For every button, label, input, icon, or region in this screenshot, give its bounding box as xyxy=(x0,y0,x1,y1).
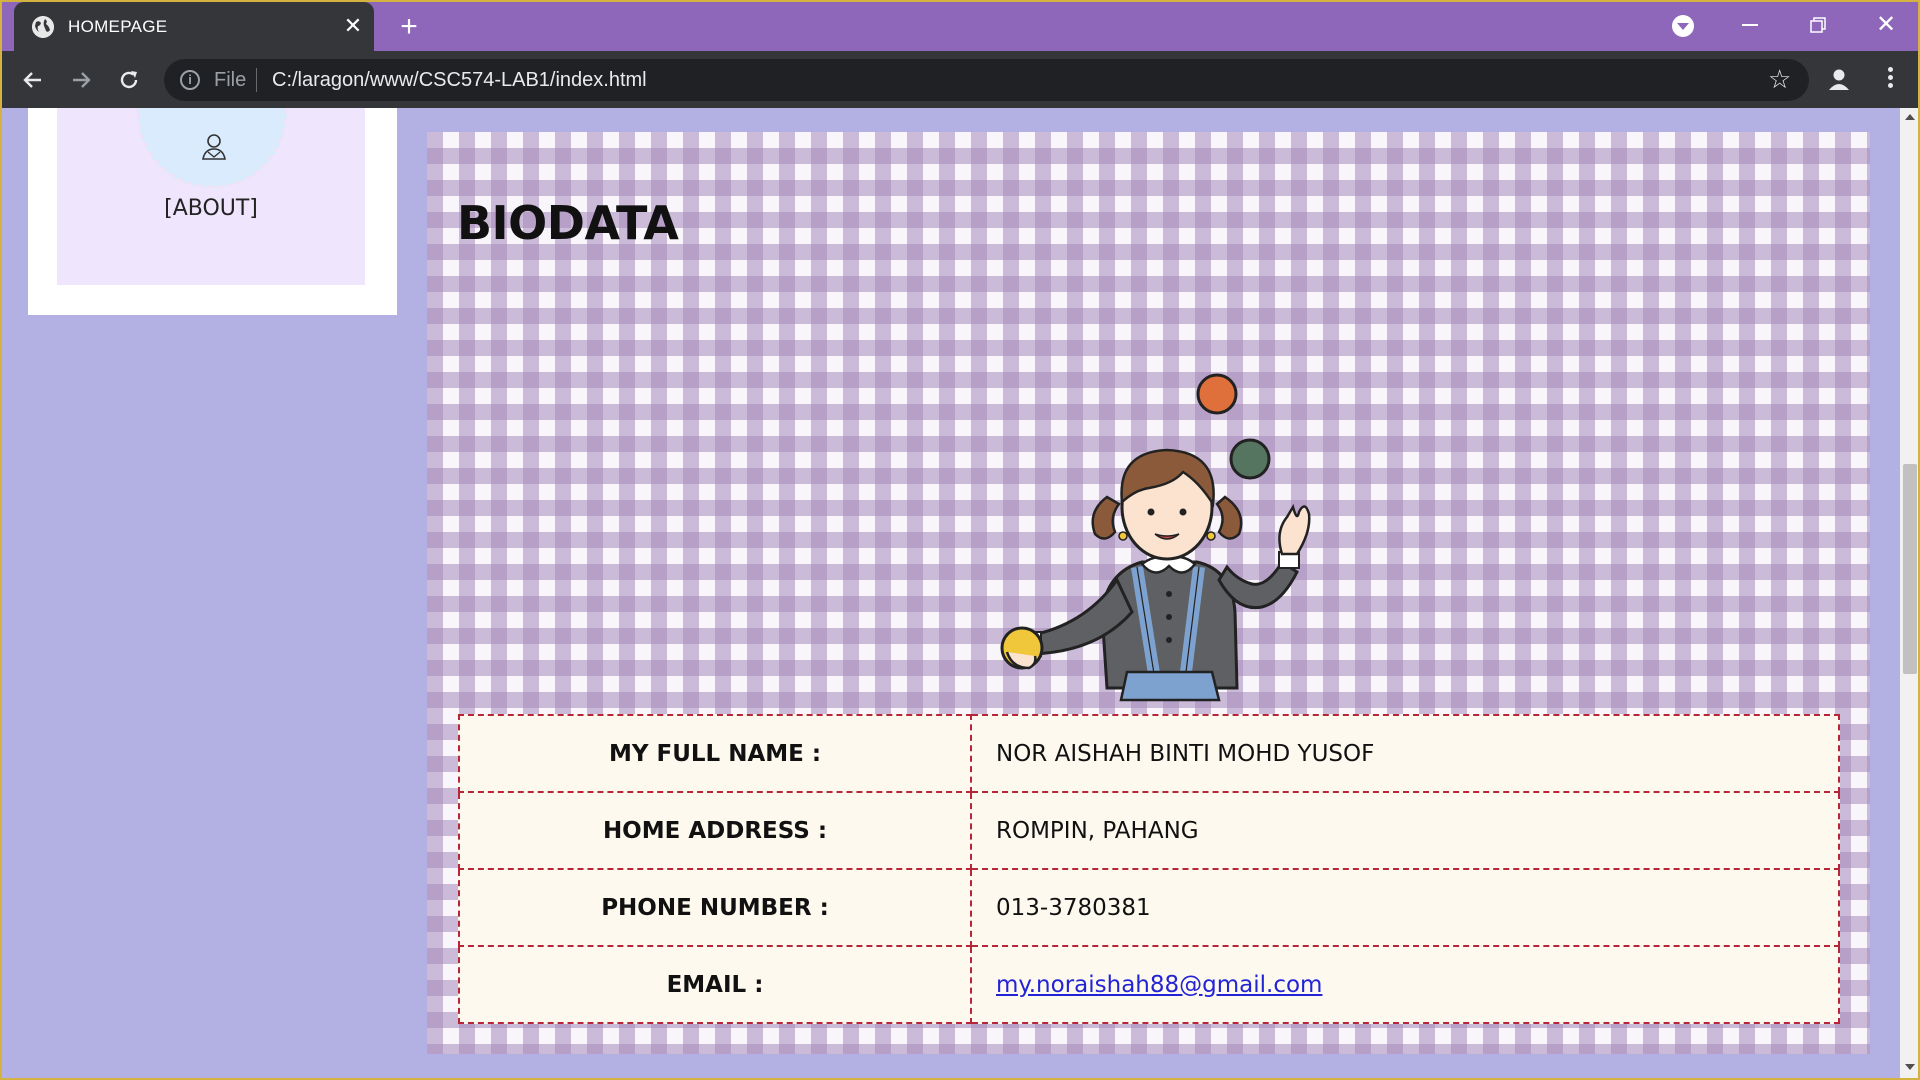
file-label: File xyxy=(214,69,247,91)
full-name-value: NOR AISHAH BINTI MOHD YUSOF xyxy=(970,714,1840,793)
full-name-label: MY FULL NAME : xyxy=(458,714,972,793)
tab-strip: HOMEPAGE ✕ + ✕ xyxy=(2,2,1918,51)
scroll-up-arrow[interactable] xyxy=(1905,114,1915,120)
person-icon xyxy=(202,134,226,160)
email-link[interactable]: my.noraishah88@gmail.com xyxy=(996,972,1322,998)
table-row: PHONE NUMBER : 013-3780381 xyxy=(458,868,1840,947)
star-icon[interactable]: ☆ xyxy=(1768,64,1791,95)
browser-toolbar: i File C:/laragon/www/CSC574-LAB1/index.… xyxy=(2,51,1918,108)
juggling-girl-illustration xyxy=(1000,373,1311,702)
address-bar[interactable]: i File C:/laragon/www/CSC574-LAB1/index.… xyxy=(164,59,1809,101)
table-row: HOME ADDRESS : ROMPIN, PAHANG xyxy=(458,791,1840,870)
tab-search-icon[interactable] xyxy=(1672,15,1694,37)
tab-title: HOMEPAGE xyxy=(68,17,168,36)
info-icon[interactable]: i xyxy=(180,70,200,90)
scroll-thumb[interactable] xyxy=(1903,464,1917,674)
home-address-value: ROMPIN, PAHANG xyxy=(970,791,1840,870)
vertical-scrollbar[interactable] xyxy=(1900,108,1918,1078)
biodata-table: MY FULL NAME : NOR AISHAH BINTI MOHD YUS… xyxy=(458,714,1840,1024)
back-icon[interactable] xyxy=(16,63,50,97)
tab-homepage[interactable]: HOMEPAGE ✕ xyxy=(14,2,374,51)
close-icon[interactable]: ✕ xyxy=(1866,8,1906,42)
globe-icon xyxy=(32,16,54,38)
phone-number-label: PHONE NUMBER : xyxy=(458,868,972,947)
sidebar-card: [ABOUT] xyxy=(28,108,397,315)
about-link[interactable]: [ABOUT] xyxy=(57,196,365,221)
menu-icon[interactable] xyxy=(1880,64,1900,94)
biodata-section: BIODATA MY FULL NAME: NOR AISHAH BINTI … xyxy=(427,132,1870,1054)
page-viewport: [ABOUT] BIODATA MY FULL NAME: NOR AISHA… xyxy=(2,108,1900,1078)
new-tab-button[interactable]: + xyxy=(392,10,426,44)
omnibox-separator xyxy=(256,68,257,92)
email-cell: my.noraishah88@gmail.com xyxy=(970,945,1840,1024)
avatar xyxy=(137,108,287,188)
browser-window: HOMEPAGE ✕ + ✕ i File C:/laragon/www/CSC… xyxy=(0,0,1920,1080)
home-address-label: HOME ADDRESS : xyxy=(458,791,972,870)
restore-icon[interactable] xyxy=(1798,8,1838,42)
phone-number-value: 013-3780381 xyxy=(970,868,1840,947)
email-label: EMAIL : xyxy=(458,945,972,1024)
reload-icon[interactable] xyxy=(112,63,146,97)
page-title: BIODATA xyxy=(457,196,679,250)
url-text[interactable]: C:/laragon/www/CSC574-LAB1/index.html xyxy=(272,69,647,92)
tab-close-icon[interactable]: ✕ xyxy=(340,12,366,40)
minimize-icon[interactable] xyxy=(1730,8,1770,42)
table-row: MY FULL NAME : NOR AISHAH BINTI MOHD YUS… xyxy=(458,714,1840,793)
sidebar-about-panel: [ABOUT] xyxy=(57,108,365,285)
scroll-down-arrow[interactable] xyxy=(1905,1064,1915,1070)
forward-icon[interactable] xyxy=(64,63,98,97)
table-row: EMAIL : my.noraishah88@gmail.com xyxy=(458,945,1840,1024)
account-icon[interactable] xyxy=(1824,64,1854,94)
